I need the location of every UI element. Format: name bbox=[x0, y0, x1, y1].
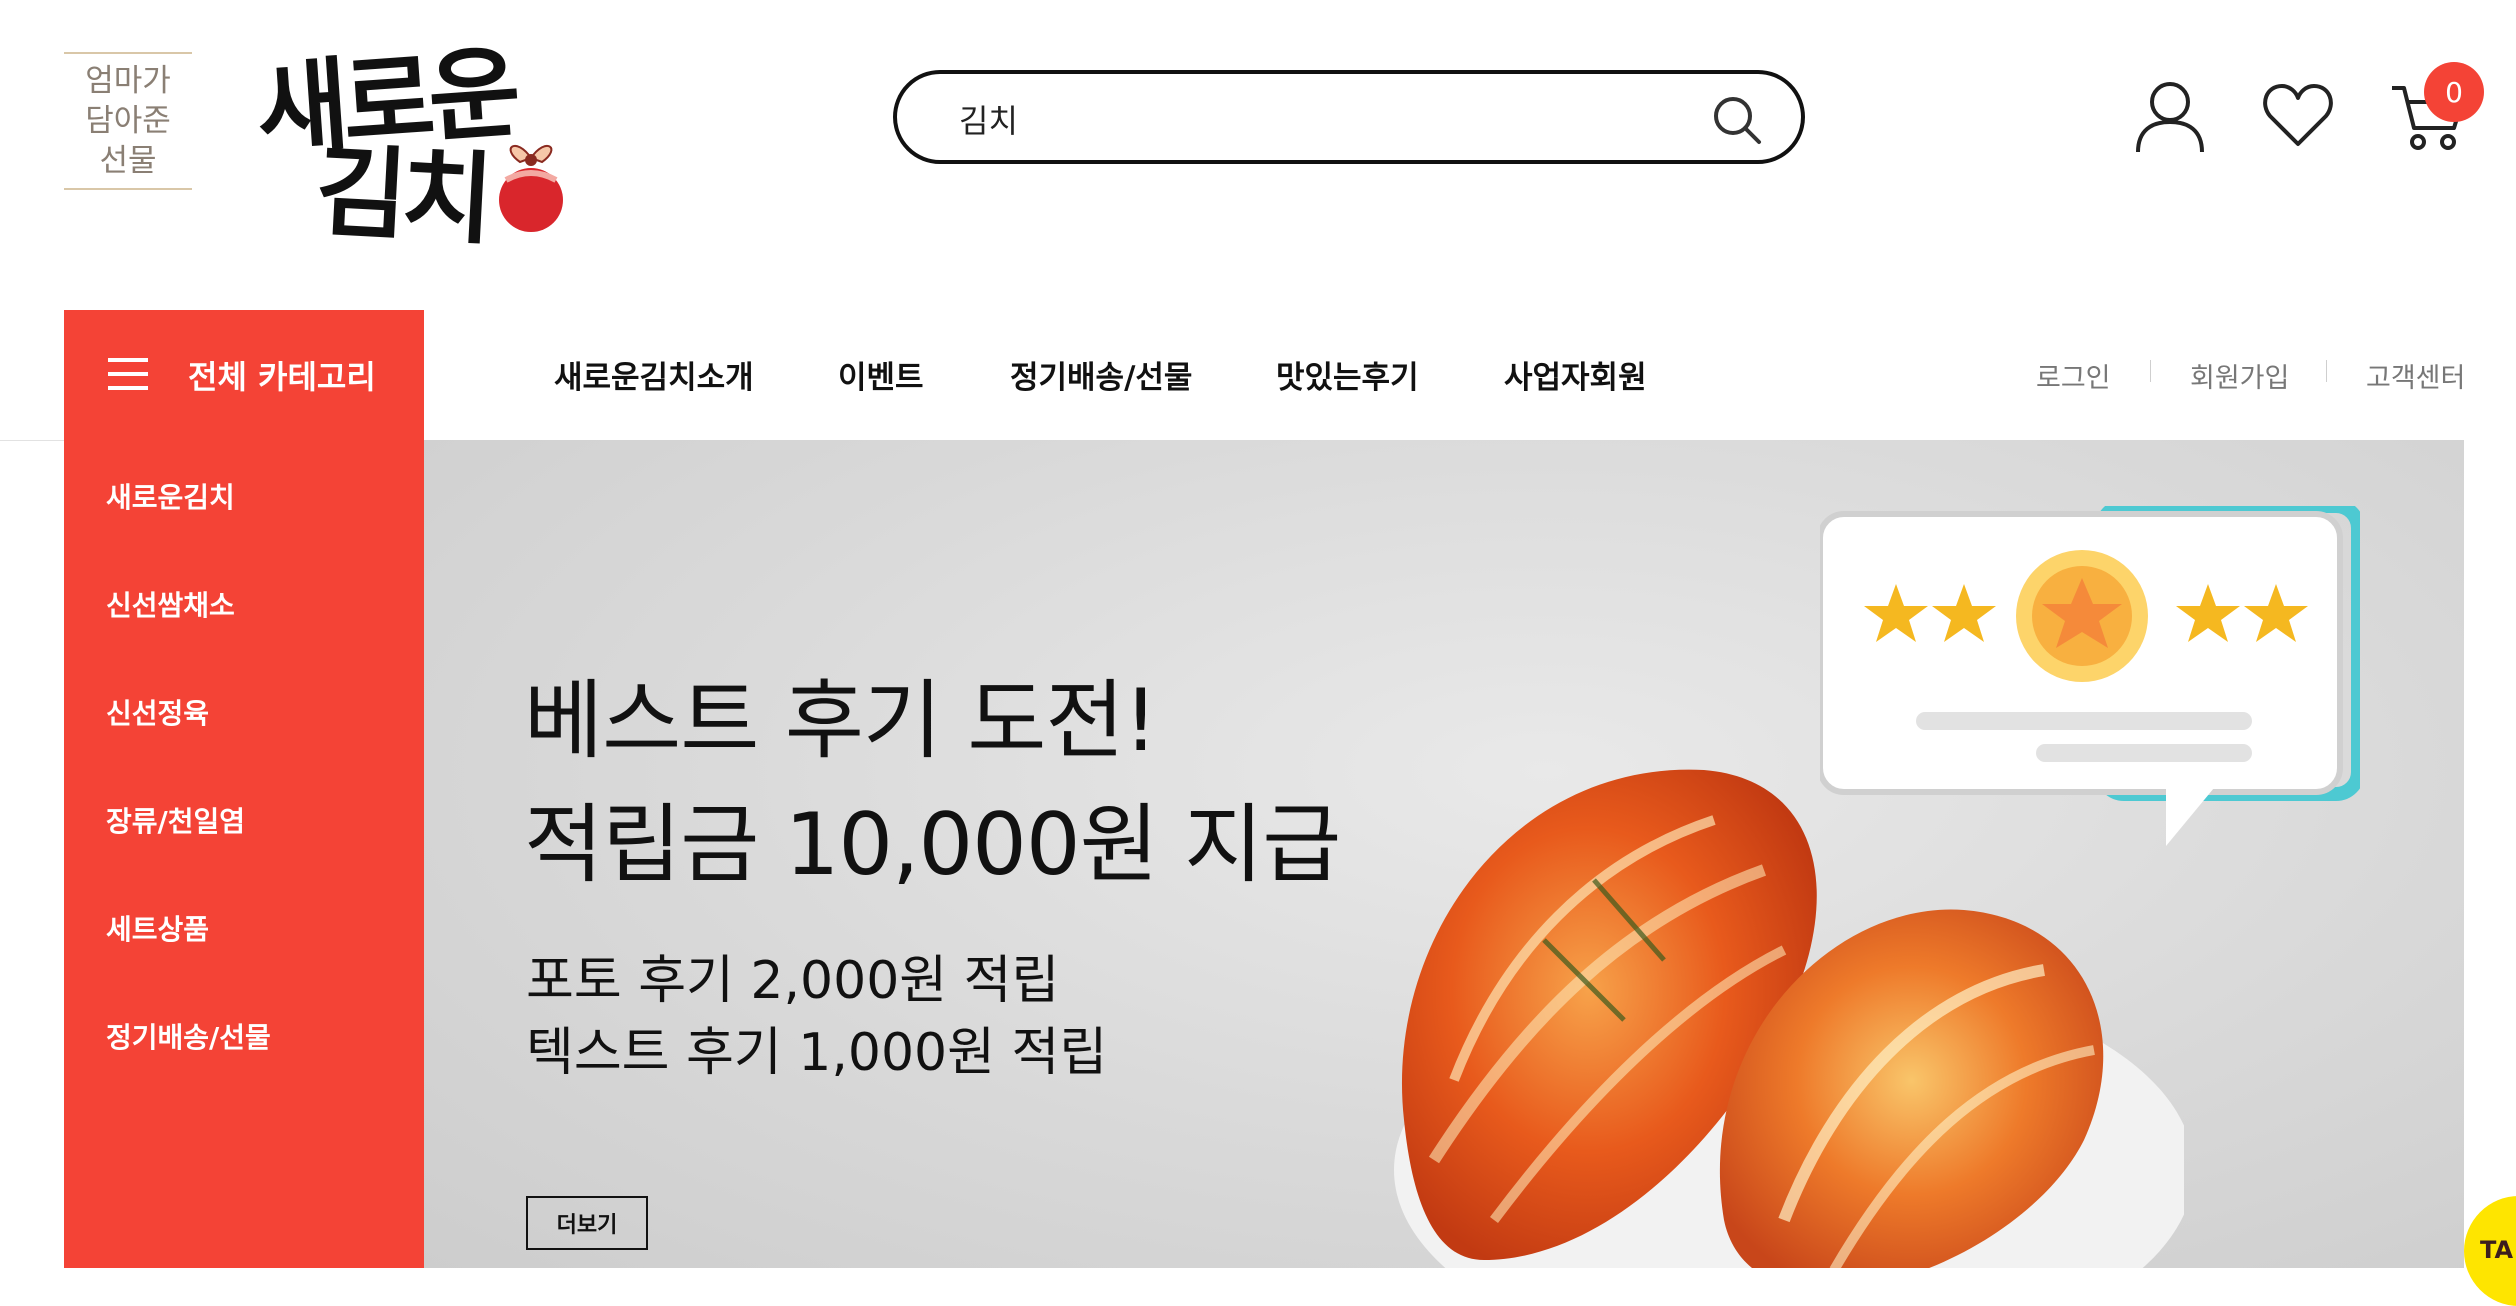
divider bbox=[2326, 360, 2327, 382]
all-categories-label: 전체 카테고리 bbox=[188, 358, 376, 396]
more-button[interactable]: 더보기 bbox=[526, 1196, 648, 1250]
all-categories-button[interactable]: 전체 카테고리 bbox=[64, 310, 424, 440]
sidebar-item-meat[interactable]: 신선정육 bbox=[106, 692, 209, 732]
sidebar-item-sets[interactable]: 세트상품 bbox=[106, 908, 209, 948]
nav-item-event[interactable]: 이벤트 bbox=[838, 352, 924, 397]
nav-item-subscription[interactable]: 정기배송/선물 bbox=[1010, 352, 1192, 397]
chat-icon: TA bbox=[2480, 1236, 2514, 1264]
heart-icon[interactable] bbox=[2260, 78, 2336, 154]
brand-tagline: 엄마가 담아준 선물 bbox=[64, 52, 192, 190]
site-header: 엄마가 담아준 선물 새로운 김치 0 bbox=[0, 0, 2516, 311]
site-logo[interactable]: 새로운 김치 bbox=[252, 20, 563, 258]
review-stars-illustration bbox=[1820, 506, 2360, 846]
search-input[interactable] bbox=[957, 90, 1681, 148]
right-strip bbox=[2464, 440, 2516, 1268]
sidebar-item-vegetables[interactable]: 신선쌈채소 bbox=[106, 584, 235, 624]
signup-link[interactable]: 회원가입 bbox=[2190, 356, 2289, 395]
tagline-line: 엄마가 bbox=[85, 63, 171, 99]
login-link[interactable]: 로그인 bbox=[2036, 356, 2111, 395]
sidebar-item-kimchi[interactable]: 새로운김치 bbox=[106, 476, 235, 516]
search-icon[interactable] bbox=[1709, 92, 1765, 148]
banner-subtext: 텍스트 후기 1,000원 적립 bbox=[526, 1023, 1108, 1083]
nav-item-intro[interactable]: 새로운김치소개 bbox=[554, 352, 754, 397]
hamburger-icon bbox=[108, 358, 148, 390]
logo-line: 김치 bbox=[312, 131, 491, 259]
tagline-line: 선물 bbox=[99, 143, 157, 179]
gift-icon bbox=[499, 145, 563, 232]
user-icon[interactable] bbox=[2132, 78, 2208, 154]
search-bar bbox=[893, 70, 1805, 164]
promo-banner[interactable]: 베스트 후기 도전! 적립금 10,000원 지급 포토 후기 2,000원 적… bbox=[424, 440, 2464, 1268]
cart-count-badge: 0 bbox=[2424, 62, 2484, 122]
banner-headline: 적립금 10,000원 지급 bbox=[524, 795, 1341, 895]
nav-item-business[interactable]: 사업자회원 bbox=[1504, 352, 1647, 397]
main-nav: 전체 카테고리 새로운김치소개 이벤트 정기배송/선물 맛있는후기 사업자회원 … bbox=[0, 310, 2516, 441]
tagline-line: 담아준 bbox=[85, 103, 171, 139]
divider bbox=[2150, 360, 2151, 382]
banner-headline: 베스트 후기 도전! bbox=[524, 671, 1158, 771]
customer-center-link[interactable]: 고객센터 bbox=[2366, 356, 2465, 395]
sidebar-item-sauces[interactable]: 장류/천일염 bbox=[106, 800, 245, 840]
category-sidebar: 새로운김치 신선쌈채소 신선정육 장류/천일염 세트상품 정기배송/선물 bbox=[64, 440, 424, 1268]
nav-item-reviews[interactable]: 맛있는후기 bbox=[1276, 352, 1419, 397]
banner-subtext: 포토 후기 2,000원 적립 bbox=[526, 951, 1060, 1011]
sidebar-item-subscription[interactable]: 정기배송/선물 bbox=[106, 1016, 271, 1056]
